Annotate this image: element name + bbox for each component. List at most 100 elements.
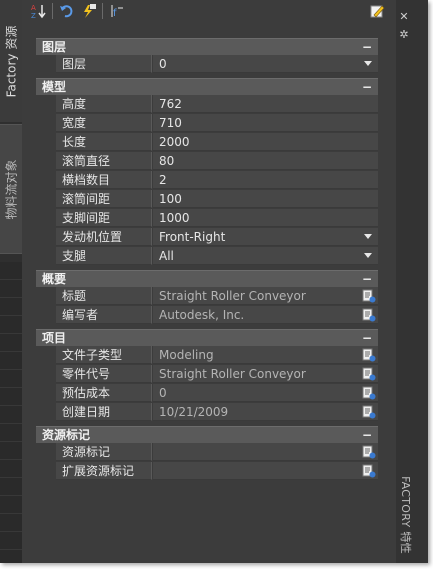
property-value[interactable]: 100 — [153, 190, 378, 208]
settings-icon[interactable]: ✲ — [398, 28, 410, 42]
dropdown-arrow-icon[interactable] — [364, 234, 372, 239]
property-name: 支脚间距 — [56, 209, 152, 227]
collapse-icon[interactable]: − — [362, 39, 372, 55]
row-gutter — [36, 403, 56, 422]
property-value[interactable]: 710 — [153, 114, 378, 132]
property-grid: 图层 − 图层 0 模型 − 高度 762 宽度 710 长度 2000 滚筒直… — [36, 38, 378, 485]
collapse-icon[interactable]: − — [362, 330, 372, 346]
property-name: 文件子类型 — [56, 346, 152, 364]
property-name: 高度 — [56, 95, 152, 113]
property-value: Autodesk, Inc. — [159, 308, 245, 322]
property-picker-icon[interactable] — [362, 405, 376, 419]
property-value: 0 — [159, 57, 167, 71]
row-gutter — [36, 95, 56, 114]
property-name: 预估成本 — [56, 384, 152, 402]
property-picker-icon[interactable] — [362, 348, 376, 362]
collapse-icon[interactable]: − — [362, 427, 372, 443]
collapse-icon[interactable]: − — [362, 79, 372, 95]
property-name: 图层 — [56, 55, 152, 73]
property-value: Front-Right — [159, 230, 226, 244]
property-value-readonly[interactable]: Modeling — [153, 346, 378, 364]
property-name: 支腿 — [56, 247, 152, 265]
property-row-estimated-cost[interactable]: 预估成本 0 — [36, 384, 378, 403]
section-header-resource-tags[interactable]: 资源标记 − — [36, 426, 378, 443]
edit-pencil-icon[interactable] — [368, 2, 386, 20]
close-icon[interactable]: ✕ — [398, 10, 410, 24]
property-value[interactable]: 80 — [153, 152, 378, 170]
collapse-icon[interactable]: − — [362, 271, 372, 287]
tab-factory-resources[interactable]: Factory 资源 — [0, 0, 22, 122]
property-value[interactable]: 2000 — [153, 133, 378, 151]
property-name: 资源标记 — [56, 443, 152, 461]
property-picker-icon[interactable] — [362, 464, 376, 478]
property-picker-icon[interactable] — [362, 367, 376, 381]
svg-text:Z: Z — [31, 12, 36, 19]
property-value-readonly[interactable]: Straight Roller Conveyor — [153, 287, 378, 305]
property-row-width[interactable]: 宽度 710 — [36, 114, 378, 133]
section-header-layer[interactable]: 图层 − — [36, 38, 378, 55]
property-value-dropdown[interactable]: Front-Right — [153, 228, 378, 246]
property-row-length[interactable]: 长度 2000 — [36, 133, 378, 152]
property-value-readonly[interactable] — [153, 443, 378, 461]
section-title: 概要 — [42, 272, 67, 286]
property-row-title[interactable]: 标题 Straight Roller Conveyor — [36, 287, 378, 306]
property-row-author[interactable]: 编写者 Autodesk, Inc. — [36, 306, 378, 325]
property-row-leg-spacing[interactable]: 支脚间距 1000 — [36, 209, 378, 228]
section-title: 项目 — [42, 331, 67, 345]
lightning-select-icon[interactable] — [80, 2, 98, 20]
property-value-readonly[interactable]: 0 — [153, 384, 378, 402]
property-value-dropdown[interactable]: All — [153, 247, 378, 265]
property-picker-icon[interactable] — [362, 386, 376, 400]
section-header-project[interactable]: 项目 − — [36, 329, 378, 346]
property-value[interactable]: 1000 — [153, 209, 378, 227]
dropdown-arrow-icon[interactable] — [364, 253, 372, 258]
property-row-file-subtype[interactable]: 文件子类型 Modeling — [36, 346, 378, 365]
toolbar-separator — [102, 3, 103, 19]
property-row-motor-position[interactable]: 发动机位置 Front-Right — [36, 228, 378, 247]
section-header-model[interactable]: 模型 − — [36, 78, 378, 95]
row-gutter — [36, 152, 56, 171]
property-value: Modeling — [159, 348, 214, 362]
pickadd-icon[interactable]: f — [108, 2, 126, 20]
property-value-readonly[interactable]: Straight Roller Conveyor — [153, 365, 378, 383]
property-value: 0 — [159, 386, 167, 400]
property-row-rung-count[interactable]: 横档数目 2 — [36, 171, 378, 190]
row-gutter — [36, 306, 56, 325]
property-picker-icon[interactable] — [362, 308, 376, 322]
section-header-summary[interactable]: 概要 − — [36, 270, 378, 287]
palette-title: FACTORY 特性 — [396, 470, 416, 560]
row-gutter — [36, 384, 56, 403]
sort-az-icon[interactable]: A Z — [30, 2, 48, 20]
row-gutter — [36, 190, 56, 209]
property-value[interactable]: 2 — [153, 171, 378, 189]
property-row-height[interactable]: 高度 762 — [36, 95, 378, 114]
property-value-readonly[interactable] — [153, 462, 378, 480]
toolbar-separator — [52, 3, 53, 19]
row-gutter — [36, 443, 56, 462]
property-row-part-number[interactable]: 零件代号 Straight Roller Conveyor — [36, 365, 378, 384]
undo-icon[interactable] — [58, 2, 76, 20]
row-gutter — [36, 209, 56, 228]
property-value-dropdown[interactable]: 0 — [153, 55, 378, 73]
property-row-creation-date[interactable]: 创建日期 10/21/2009 — [36, 403, 378, 422]
property-row-roller-spacing[interactable]: 滚筒间距 100 — [36, 190, 378, 209]
property-name: 编写者 — [56, 306, 152, 324]
property-row-extended-resource-tag[interactable]: 扩展资源标记 — [36, 462, 378, 481]
dropdown-arrow-icon[interactable] — [364, 61, 372, 66]
property-value: Straight Roller Conveyor — [159, 367, 306, 381]
property-picker-icon[interactable] — [362, 289, 376, 303]
property-row-resource-tag[interactable]: 资源标记 — [36, 443, 378, 462]
property-row-roller-diameter[interactable]: 滚筒直径 80 — [36, 152, 378, 171]
property-row-legs[interactable]: 支腿 All — [36, 247, 378, 266]
property-value-readonly[interactable]: Autodesk, Inc. — [153, 306, 378, 324]
property-value[interactable]: 762 — [153, 95, 378, 113]
section-project: 项目 − 文件子类型 Modeling 零件代号 Straight Roller… — [36, 329, 378, 422]
tab-material-flow-objects[interactable]: 物料流对象 — [0, 124, 22, 254]
property-value: All — [159, 249, 174, 263]
property-name: 零件代号 — [56, 365, 152, 383]
property-value-readonly[interactable]: 10/21/2009 — [153, 403, 378, 421]
property-row-layer[interactable]: 图层 0 — [36, 55, 378, 74]
property-name: 扩展资源标记 — [56, 462, 152, 480]
property-picker-icon[interactable] — [362, 445, 376, 459]
section-title: 模型 — [42, 80, 67, 94]
